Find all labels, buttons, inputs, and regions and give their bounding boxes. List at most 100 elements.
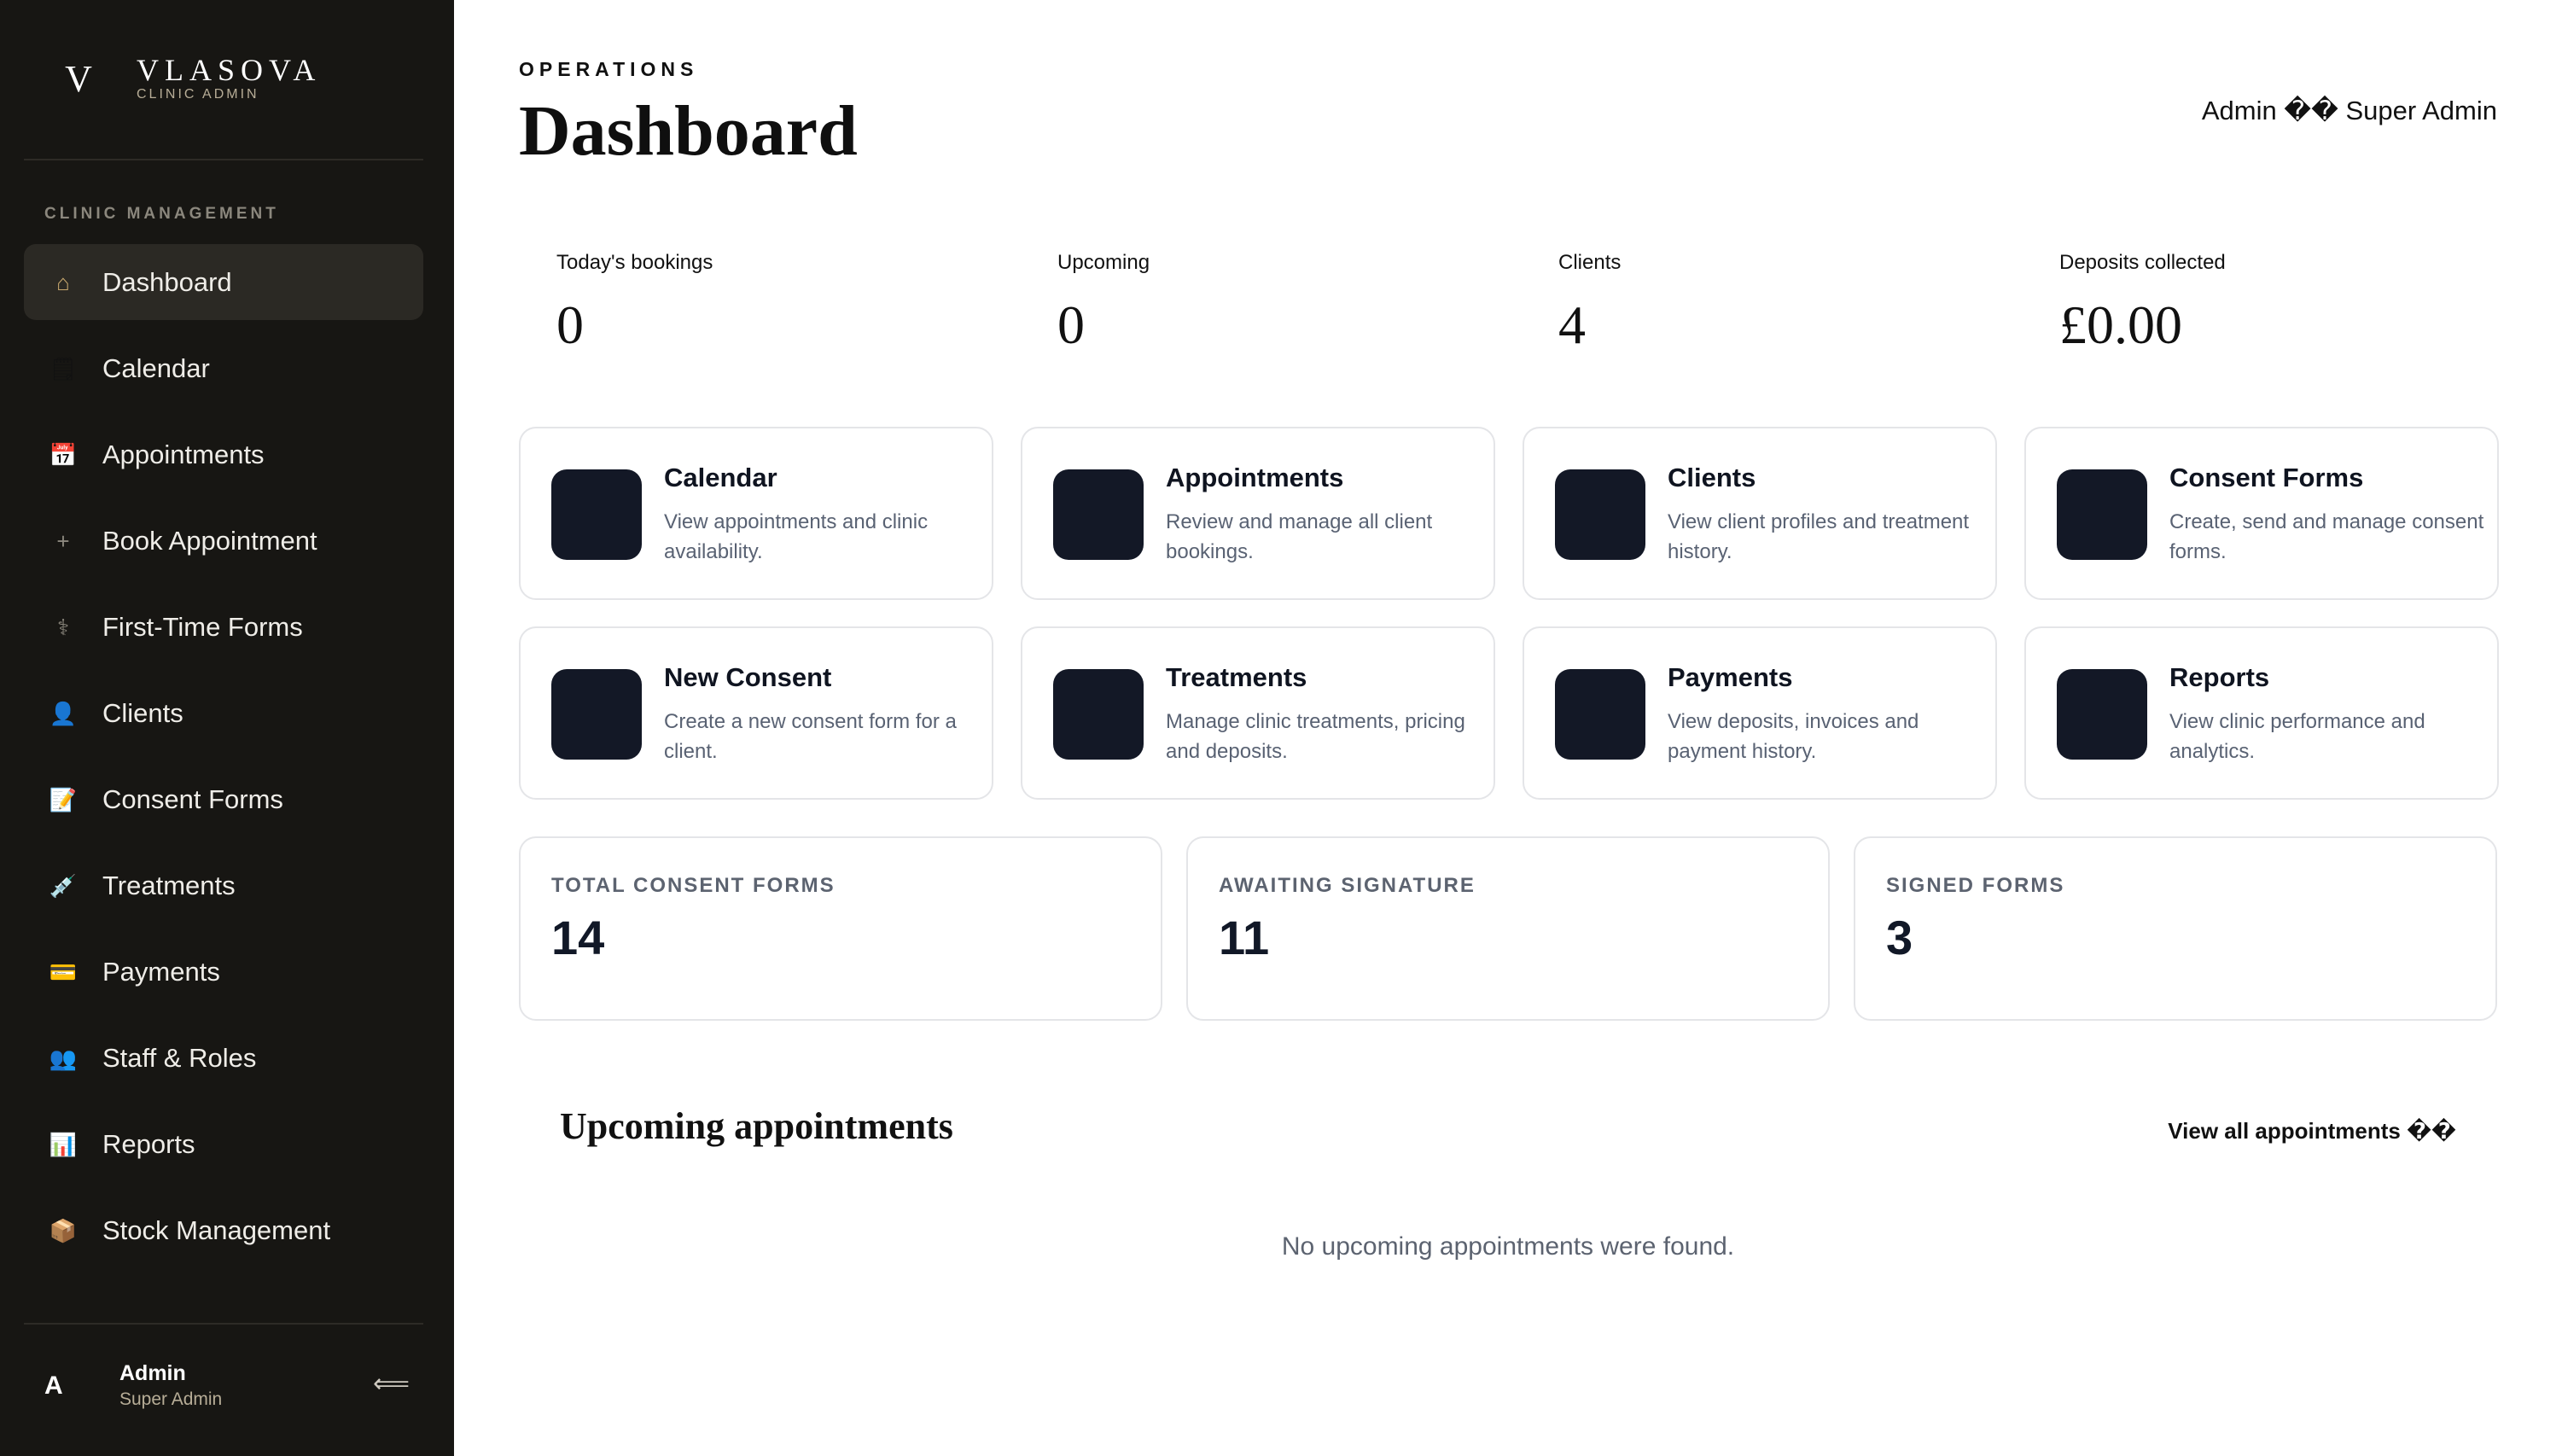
page-title: Dashboard <box>519 91 858 171</box>
home-icon: ⌂ <box>56 269 70 295</box>
sidebar-item-label: Payments <box>102 956 220 987</box>
sidebar-item-stock-management[interactable]: 📦 Stock Management <box>24 1192 423 1268</box>
sidebar-item-label: Consent Forms <box>102 783 283 814</box>
metric-label: TOTAL CONSENT FORMS <box>551 874 836 897</box>
card-description: View appointments and clinic availabilit… <box>664 510 929 563</box>
page-eyebrow: OPERATIONS <box>519 58 699 80</box>
card-reports[interactable]: Reports View clinic performance and anal… <box>2024 626 2499 800</box>
sidebar-item-staff-roles[interactable]: 👥 Staff & Roles <box>24 1020 423 1096</box>
metric-total-consent-forms: TOTAL CONSENT FORMS 14 <box>519 836 1162 1021</box>
users-icon: 👥 <box>49 1045 78 1071</box>
user-icon: 👤 <box>49 700 78 726</box>
stat-value: 0 <box>1057 294 1085 355</box>
card-title: Calendar <box>664 463 777 492</box>
card-consent-forms[interactable]: Consent Forms Create, send and manage co… <box>2024 427 2499 600</box>
card-title: New Consent <box>664 662 832 692</box>
sidebar-item-book-appointment[interactable]: + Book Appointment <box>24 503 423 579</box>
user-role: Super Admin <box>119 1389 223 1409</box>
sidebar-item-calendar[interactable]: 🗒 Calendar <box>24 330 423 406</box>
brand-subtitle: CLINIC ADMIN <box>137 87 259 102</box>
sidebar-item-payments[interactable]: 💳 Payments <box>24 934 423 1010</box>
stat-value: £0.00 <box>2059 294 2182 355</box>
stat-label: Upcoming <box>1057 251 1150 274</box>
stat-upcoming: Upcoming 0 <box>1020 251 1498 357</box>
card-treatments[interactable]: Treatments Manage clinic treatments, pri… <box>1021 626 1495 800</box>
brand-logo[interactable]: V VLASOVA CLINIC ADMIN <box>61 53 321 104</box>
stat-label: Deposits collected <box>2059 251 2226 274</box>
upcoming-appointments-title: Upcoming appointments <box>560 1105 953 1147</box>
sidebar-item-reports[interactable]: 📊 Reports <box>24 1106 423 1182</box>
card-description: Review and manage all client bookings. <box>1166 510 1433 563</box>
package-icon: 📦 <box>49 1217 78 1243</box>
metric-signed-forms: SIGNED FORMS 3 <box>1854 836 2497 1021</box>
sidebar-section-label: CLINIC MANAGEMENT <box>44 205 279 223</box>
card-appointments[interactable]: Appointments Review and manage all clien… <box>1021 427 1495 600</box>
sidebar-nav: ⌂ Dashboard 🗒 Calendar 📅 Appointments + … <box>24 244 423 1278</box>
card-description: Manage clinic treatments, pricing and de… <box>1166 710 1465 763</box>
brand-mark: V <box>65 57 92 100</box>
sidebar-item-label: Dashboard <box>102 266 232 297</box>
credit-card-icon: 💳 <box>49 958 78 985</box>
card-description: Create, send and manage consent forms. <box>2169 510 2484 563</box>
stat-value: 4 <box>1558 294 1586 355</box>
empty-state-message: No upcoming appointments were found. <box>1281 1232 1735 1261</box>
sidebar-item-clients[interactable]: 👤 Clients <box>24 675 423 751</box>
sidebar-item-label: Book Appointment <box>102 525 317 556</box>
card-description: Create a new consent form for a client. <box>664 710 957 763</box>
avatar: A <box>44 1372 63 1400</box>
sidebar-item-label: First-Time Forms <box>102 611 303 642</box>
metric-value: 3 <box>1886 911 1913 964</box>
calendar-icon: 🗒 <box>49 355 78 381</box>
card-icon <box>1053 669 1144 760</box>
stats-row: Today's bookings 0 Upcoming 0 Clients 4 … <box>519 251 2524 370</box>
view-all-appointments-link[interactable]: View all appointments �� <box>2168 1118 2456 1144</box>
card-icon <box>551 469 642 560</box>
user-name: Admin <box>119 1361 186 1385</box>
metric-value: 14 <box>551 911 605 964</box>
card-new-consent[interactable]: New Consent Create a new consent form fo… <box>519 626 993 800</box>
stat-deposits-collected: Deposits collected £0.00 <box>2022 251 2500 357</box>
plus-icon: + <box>56 527 70 554</box>
admin-role-label: Admin �� Super Admin <box>2201 96 2497 125</box>
stat-label: Clients <box>1558 251 1622 274</box>
card-title: Treatments <box>1166 662 1307 692</box>
card-title: Clients <box>1668 463 1756 492</box>
metric-label: AWAITING SIGNATURE <box>1219 874 1476 897</box>
stat-todays-bookings: Today's bookings 0 <box>519 251 997 357</box>
card-title: Appointments <box>1166 463 1344 492</box>
sidebar-item-label: Reports <box>102 1128 195 1159</box>
sidebar-item-consent-forms[interactable]: 📝 Consent Forms <box>24 761 423 837</box>
stat-value: 0 <box>556 294 584 355</box>
user-profile: A Admin Super Admin ⟸ <box>44 1354 423 1418</box>
brand-name: VLASOVA <box>137 53 322 87</box>
bar-chart-icon: 📊 <box>49 1131 78 1157</box>
metric-label: SIGNED FORMS <box>1886 874 2065 897</box>
card-payments[interactable]: Payments View deposits, invoices and pay… <box>1523 626 1997 800</box>
sidebar-item-label: Staff & Roles <box>102 1042 257 1073</box>
card-title: Consent Forms <box>2169 463 2364 492</box>
sidebar-item-appointments[interactable]: 📅 Appointments <box>24 416 423 492</box>
stat-label: Today's bookings <box>556 251 713 274</box>
sidebar-item-first-time-forms[interactable]: ⚕ First-Time Forms <box>24 589 423 665</box>
card-icon <box>1053 469 1144 560</box>
sidebar-item-label: Calendar <box>102 352 210 383</box>
card-calendar[interactable]: Calendar View appointments and clinic av… <box>519 427 993 600</box>
stethoscope-icon: ⚕ <box>56 614 70 640</box>
metric-value: 11 <box>1219 911 1270 964</box>
sidebar-item-dashboard[interactable]: ⌂ Dashboard <box>24 244 423 320</box>
appointments-calendar-icon: 📅 <box>49 441 78 468</box>
sidebar-item-label: Clients <box>102 697 183 728</box>
sidebar-divider <box>24 159 423 160</box>
logout-icon[interactable]: ⟸ <box>373 1369 410 1399</box>
main-content: OPERATIONS Dashboard Admin �� Super Admi… <box>454 0 2562 1456</box>
card-icon <box>1555 469 1645 560</box>
sidebar-item-treatments[interactable]: 💉 Treatments <box>24 847 423 923</box>
card-icon <box>2057 669 2147 760</box>
memo-icon: 📝 <box>49 786 78 812</box>
card-clients[interactable]: Clients View client profiles and treatme… <box>1523 427 1997 600</box>
metric-awaiting-signature: AWAITING SIGNATURE 11 <box>1186 836 1830 1021</box>
card-description: View client profiles and treatment histo… <box>1668 510 1970 563</box>
card-description: View deposits, invoices and payment hist… <box>1668 710 1919 763</box>
sidebar-item-label: Appointments <box>102 439 265 469</box>
syringe-icon: 💉 <box>49 872 78 899</box>
